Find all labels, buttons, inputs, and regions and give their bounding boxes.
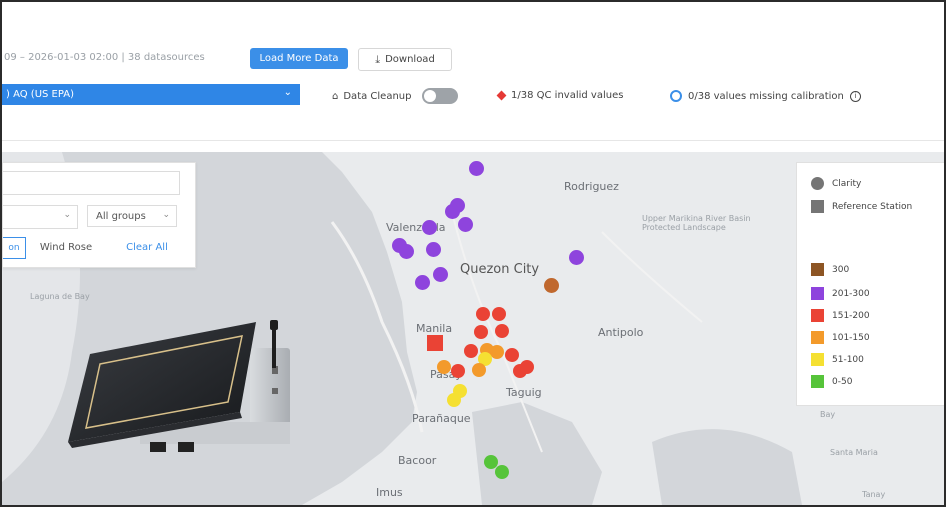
legend-scale-label: 151-200	[832, 310, 870, 321]
sensor-marker[interactable]	[520, 360, 534, 374]
sensor-marker[interactable]	[469, 161, 484, 176]
sensor-marker[interactable]	[415, 275, 430, 290]
legend-clarity: Clarity	[811, 177, 861, 190]
sensor-marker[interactable]	[447, 393, 461, 407]
legend-scale-row: 51-100	[811, 353, 864, 366]
sensor-marker[interactable]	[472, 363, 486, 377]
map-label-tanay: Tanay	[862, 490, 886, 499]
sensor-marker[interactable]	[490, 345, 504, 359]
clarity-circle-icon	[811, 177, 824, 190]
qc-invalid-status[interactable]: 1/38 QC invalid values	[496, 90, 624, 101]
legend-scale-label: 51-100	[832, 354, 864, 365]
group-select[interactable]: All groups ⌄	[87, 205, 177, 227]
toggle-knob	[424, 90, 437, 102]
map-label-bay: Laguna de Bay	[30, 292, 90, 301]
legend-swatch	[811, 375, 824, 388]
sensor-marker[interactable]	[495, 324, 509, 338]
group-select-value: All groups	[96, 210, 146, 222]
legend-scale-label: 101-150	[832, 332, 870, 343]
data-cleanup-control: ⌂ Data Cleanup	[332, 88, 459, 104]
sensor-marker[interactable]	[426, 242, 441, 257]
map-label-rodriguez: Rodriguez	[564, 180, 619, 193]
legend-swatch	[811, 287, 824, 300]
chevron-down-icon: ⌄	[283, 87, 292, 98]
map-label-taguig: Taguig	[506, 386, 542, 399]
solar-sensor-device-image	[68, 320, 290, 452]
data-cleanup-toggle[interactable]	[422, 88, 459, 104]
sensor-marker[interactable]	[445, 204, 460, 219]
app-window: 09 – 2026-01-03 02:00 | 38 datasources L…	[0, 0, 946, 507]
legend-swatch	[811, 353, 824, 366]
legend-swatch	[811, 309, 824, 322]
sensor-marker[interactable]	[474, 325, 488, 339]
map-label-manila: Manila	[416, 322, 453, 335]
legend-scale-row: 0-50	[811, 375, 852, 388]
missing-calibration-text: 0/38 values missing calibration	[688, 90, 844, 102]
legend-reference: Reference Station	[811, 200, 912, 213]
cleanup-icon: ⌂	[332, 90, 339, 102]
filter-select[interactable]: ⌄	[3, 205, 78, 229]
sensor-marker[interactable]	[437, 360, 451, 374]
search-input[interactable]	[3, 171, 180, 195]
parameter-select-value: ) AQ (US EPA)	[6, 89, 74, 100]
load-more-data-button[interactable]: Load More Data	[250, 48, 348, 69]
map-label-bacoor: Bacoor	[398, 454, 437, 467]
map-label-paranaque: Parañaque	[412, 412, 471, 425]
chevron-down-icon: ⌄	[63, 210, 71, 220]
map-label-santa-maria: Santa Maria	[830, 448, 878, 457]
qc-invalid-text: 1/38 QC invalid values	[511, 90, 624, 101]
sensor-marker[interactable]	[464, 344, 478, 358]
legend-scale-label: 201-300	[832, 288, 870, 299]
legend-scale-row: 101-150	[811, 331, 870, 344]
download-label: Download	[385, 54, 435, 65]
sensor-marker[interactable]	[451, 364, 465, 378]
data-cleanup-label: Data Cleanup	[343, 90, 412, 102]
download-button[interactable]: ⤓ Download	[358, 48, 452, 71]
date-range-text: 09 – 2026-01-03 02:00 | 38 datasources	[4, 52, 205, 63]
parameter-select[interactable]: ) AQ (US EPA) ⌄	[2, 84, 300, 105]
sensor-marker[interactable]	[544, 278, 559, 293]
reference-station-marker[interactable]	[427, 335, 443, 351]
wind-rose-button[interactable]: Wind Rose	[31, 237, 101, 257]
legend-scale-row: 201-300	[811, 287, 870, 300]
filter-panel: ⌄ All groups ⌄ on Wind Rose Clear All	[2, 162, 196, 268]
map-legend: Clarity Reference Station 300 201-300 15…	[796, 162, 944, 406]
legend-swatch	[811, 263, 824, 276]
toolbar-divider	[2, 140, 944, 141]
chevron-down-icon: ⌄	[162, 210, 170, 220]
legend-swatch	[811, 331, 824, 344]
toolbar: 09 – 2026-01-03 02:00 | 38 datasources L…	[2, 2, 944, 142]
legend-reference-label: Reference Station	[832, 201, 913, 212]
sensor-marker[interactable]	[495, 465, 509, 479]
legend-scale-label: 300	[832, 264, 850, 275]
legend-scale-row: 151-200	[811, 309, 870, 322]
info-icon[interactable]: i	[849, 90, 861, 102]
legend-scale-row: 300	[811, 263, 849, 276]
reference-square-icon	[811, 200, 824, 213]
map-label-imus: Imus	[376, 486, 403, 499]
active-filter-button[interactable]: on	[3, 237, 26, 259]
legend-scale-label: 0-50	[832, 376, 853, 387]
sensor-marker[interactable]	[569, 250, 584, 265]
sensor-marker[interactable]	[433, 267, 448, 282]
missing-calibration-status[interactable]: 0/38 values missing calibration i	[670, 90, 861, 102]
calibration-ring-icon	[670, 90, 682, 102]
sensor-marker[interactable]	[492, 307, 506, 321]
legend-clarity-label: Clarity	[832, 178, 862, 189]
sensor-marker[interactable]	[422, 220, 437, 235]
sensor-marker[interactable]	[505, 348, 519, 362]
sensor-marker[interactable]	[399, 244, 414, 259]
map-label-east: Bay	[820, 410, 836, 419]
map-label-quezon-city: Quezon City	[460, 262, 540, 277]
clear-all-button[interactable]: Clear All	[115, 237, 179, 257]
map-label-antipolo: Antipolo	[598, 326, 644, 339]
invalid-diamond-icon	[496, 90, 507, 101]
download-icon: ⤓	[375, 52, 381, 66]
sensor-marker[interactable]	[458, 217, 473, 232]
map-label-park: Upper Marikina River Basin Protected Lan…	[642, 214, 751, 232]
sensor-marker[interactable]	[476, 307, 490, 321]
